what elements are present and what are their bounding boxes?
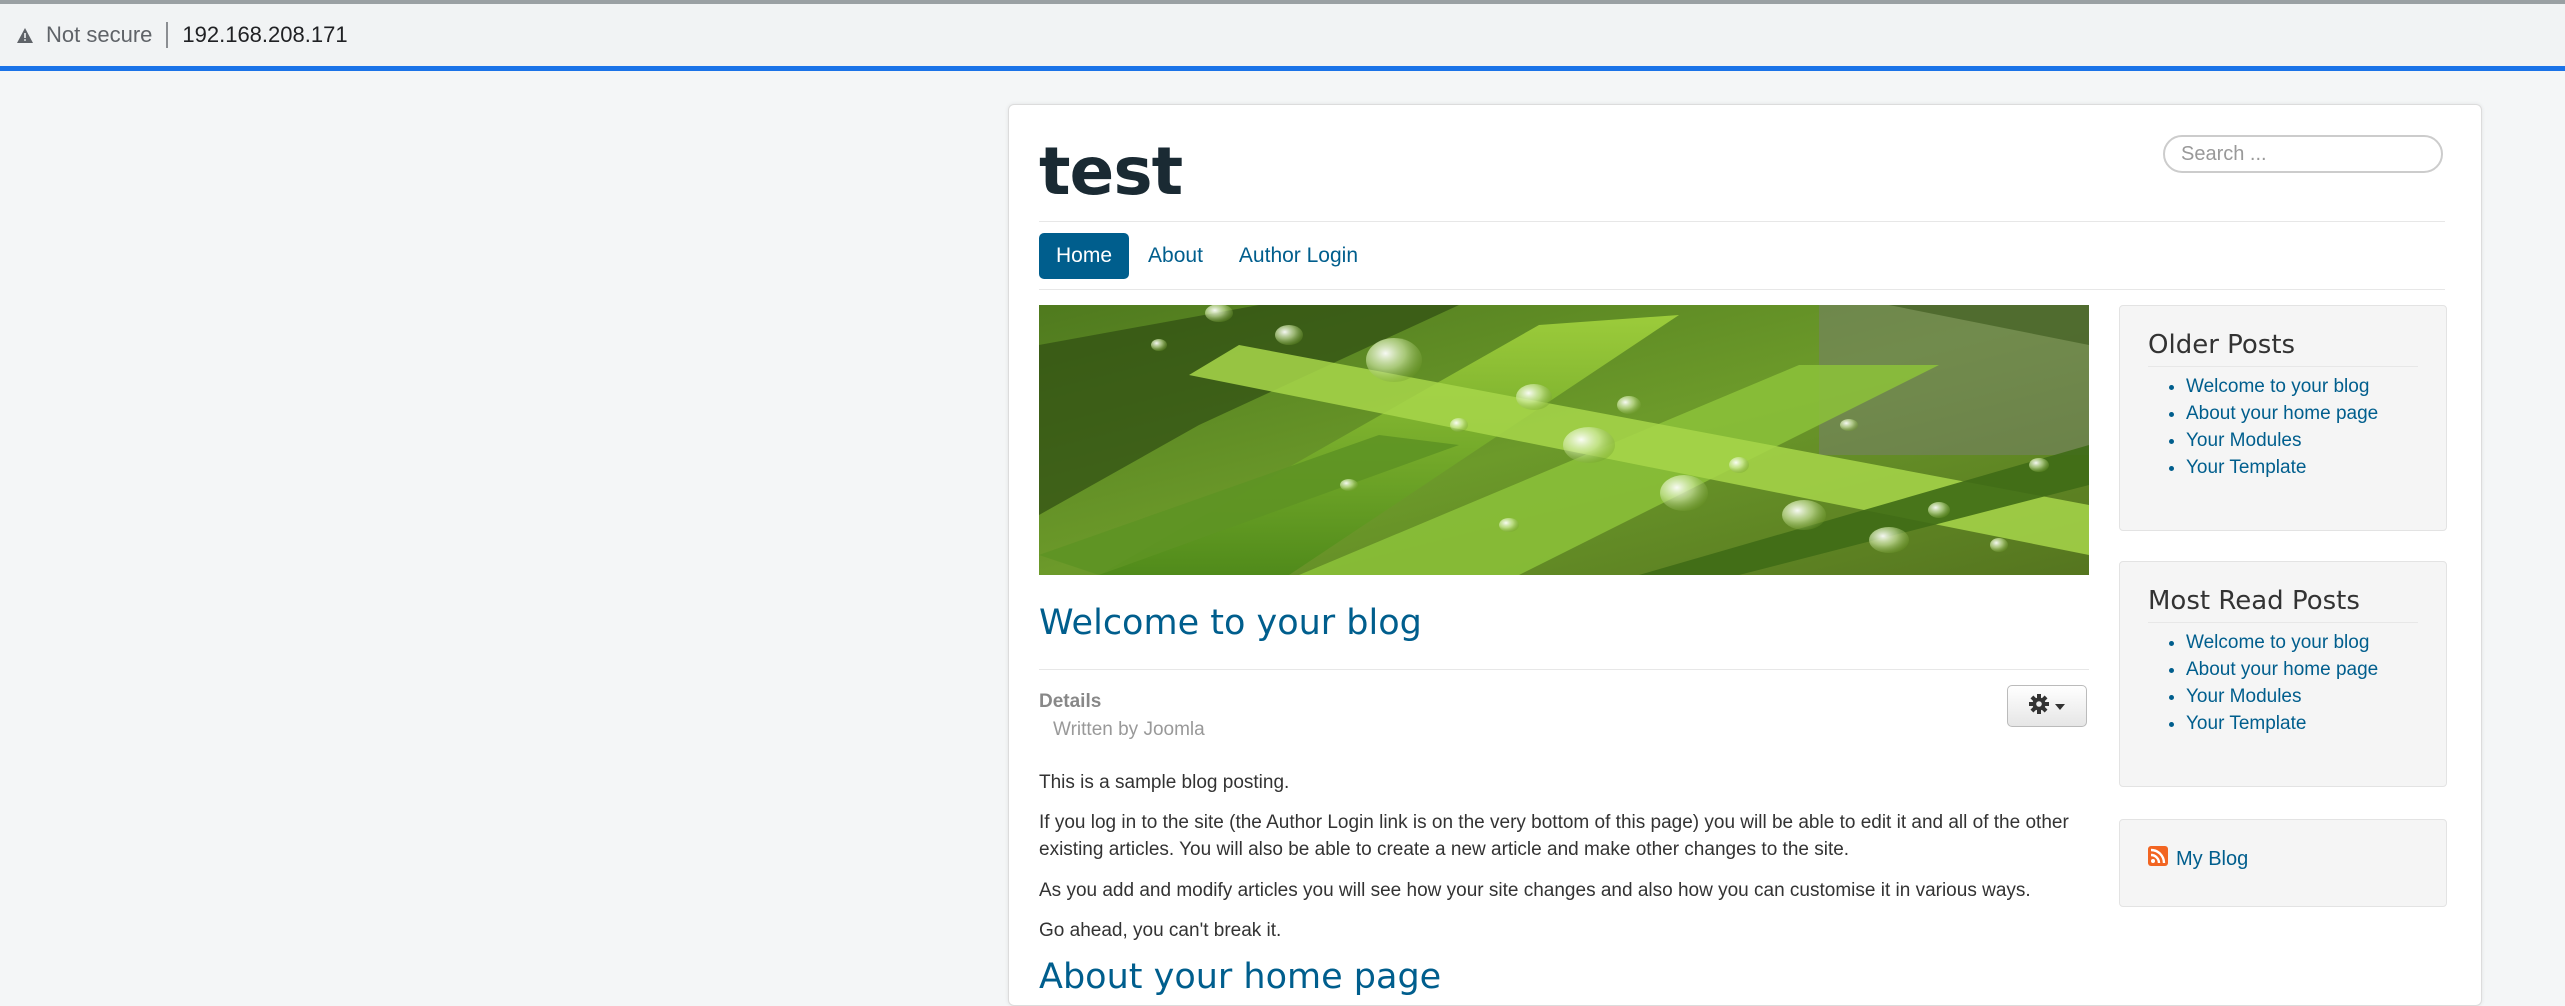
list-item: Your Modules [2186, 427, 2418, 454]
list-item: About your home page [2186, 656, 2418, 683]
nav-item-home[interactable]: Home [1039, 233, 1130, 279]
most-read-module: Most Read Posts Welcome to your blog Abo… [2119, 561, 2447, 787]
older-post-link[interactable]: Welcome to your blog [2186, 376, 2369, 397]
most-read-link[interactable]: Your Template [2186, 713, 2306, 734]
most-read-link[interactable]: Your Modules [2186, 686, 2301, 707]
older-posts-list: Welcome to your blog About your home pag… [2148, 373, 2418, 481]
details-label: Details [1039, 691, 1102, 712]
warning-icon[interactable] [16, 26, 34, 44]
nav-divider [1039, 289, 2445, 290]
security-label[interactable]: Not secure [46, 22, 152, 48]
article-paragraph: This is a sample blog posting. [1039, 772, 1290, 793]
older-post-link[interactable]: About your home page [2186, 403, 2378, 424]
banner-image [1039, 305, 2089, 575]
page-load-bar [0, 66, 2565, 71]
header-divider [1039, 221, 2445, 222]
feed-label[interactable]: My Blog [2176, 848, 2248, 871]
article-title[interactable]: Welcome to your blog [1039, 603, 1422, 643]
list-item: Your Modules [2186, 683, 2418, 710]
next-article-title[interactable]: About your home page [1039, 957, 1441, 997]
most-read-link[interactable]: About your home page [2186, 659, 2378, 680]
nav-item-author-login[interactable]: Author Login [1222, 233, 1375, 279]
url-text[interactable]: 192.168.208.171 [182, 22, 347, 48]
main-nav: Home About Author Login [1039, 233, 1375, 279]
feed-module: My Blog [2119, 819, 2447, 907]
list-item: Your Template [2186, 710, 2418, 737]
gear-icon [2029, 693, 2049, 719]
site-title[interactable]: test [1039, 133, 1183, 210]
older-post-link[interactable]: Your Modules [2186, 430, 2301, 451]
nav-item-about[interactable]: About [1131, 233, 1220, 279]
article-author: Written by Joomla [1053, 719, 1205, 740]
search-input[interactable] [2163, 135, 2443, 173]
older-posts-module: Older Posts Welcome to your blog About y… [2119, 305, 2447, 531]
article-divider [1039, 669, 2089, 670]
rss-feed-icon [2148, 846, 2168, 872]
article-options-button[interactable] [2007, 685, 2087, 727]
most-read-link[interactable]: Welcome to your blog [2186, 632, 2369, 653]
caret-down-icon [2055, 697, 2065, 715]
most-read-list: Welcome to your blog About your home pag… [2148, 629, 2418, 737]
article-paragraph: If you log in to the site (the Author Lo… [1039, 812, 2069, 860]
most-read-title: Most Read Posts [2148, 586, 2418, 623]
page-container: test Home About Author Login [1008, 104, 2482, 1006]
list-item: Your Template [2186, 454, 2418, 481]
list-item: About your home page [2186, 400, 2418, 427]
list-item: Welcome to your blog [2186, 373, 2418, 400]
article-paragraph: Go ahead, you can't break it. [1039, 920, 1282, 941]
article-paragraph: As you add and modify articles you will … [1039, 880, 2031, 901]
older-posts-title: Older Posts [2148, 330, 2418, 367]
address-bar[interactable]: Not secure 192.168.208.171 [0, 4, 2565, 66]
address-separator [166, 22, 169, 48]
list-item: Welcome to your blog [2186, 629, 2418, 656]
feed-link[interactable]: My Blog [2148, 846, 2418, 872]
older-post-link[interactable]: Your Template [2186, 457, 2306, 478]
